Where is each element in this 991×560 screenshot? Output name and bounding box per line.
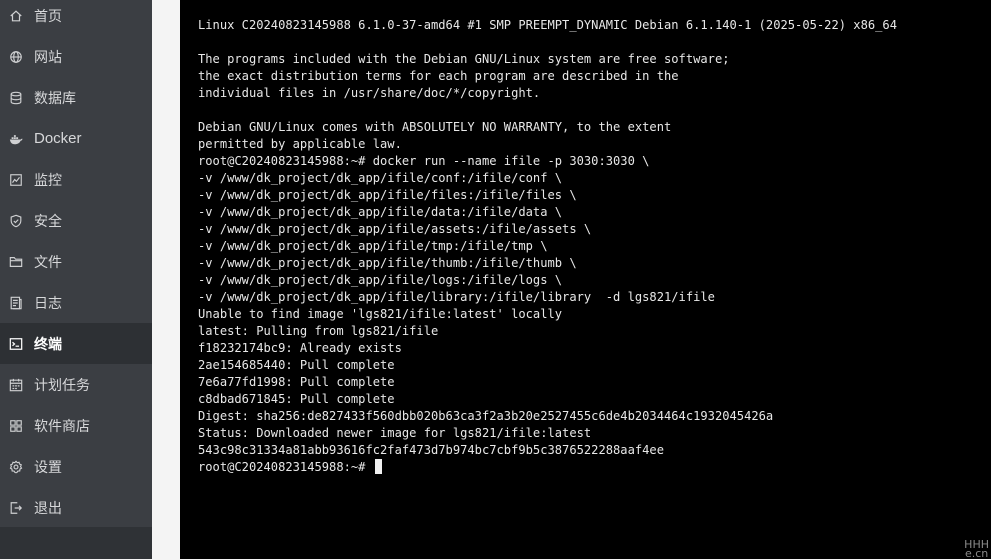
calendar-icon	[9, 378, 23, 392]
terminal-prompt-line[interactable]: root@C20240823145988:~#	[198, 459, 382, 476]
sidebar-item-label: 网站	[34, 47, 62, 67]
terminal-line: -v /www/dk_project/dk_app/ifile/logs:/if…	[198, 272, 562, 289]
terminal-line: latest: Pulling from lgs821/ifile	[198, 323, 438, 340]
sidebar: 首页 网站 数据库 Docker 监控	[0, 0, 152, 559]
docker-icon	[9, 132, 23, 146]
sidebar-item-website[interactable]: 网站	[0, 36, 152, 77]
sidebar-item-security[interactable]: 安全	[0, 200, 152, 241]
sidebar-menu: 首页 网站 数据库 Docker 监控	[0, 0, 152, 527]
terminal-line: 2ae154685440: Pull complete	[198, 357, 395, 374]
terminal-line: -v /www/dk_project/dk_app/ifile/thumb:/i…	[198, 255, 577, 272]
sidebar-item-label: 监控	[34, 170, 62, 190]
sidebar-item-label: 文件	[34, 252, 62, 272]
terminal-line: -v /www/dk_project/dk_app/ifile/files:/i…	[198, 187, 577, 204]
terminal-line: -v /www/dk_project/dk_app/ifile/data:/if…	[198, 204, 562, 221]
sidebar-item-label: 安全	[34, 211, 62, 231]
gear-icon	[9, 460, 23, 474]
globe-icon	[9, 50, 23, 64]
sidebar-item-database[interactable]: 数据库	[0, 77, 152, 118]
terminal-prompt: root@C20240823145988:~#	[198, 460, 373, 474]
terminal-line: f18232174bc9: Already exists	[198, 340, 402, 357]
terminal-line: 543c98c31334a81abb93616fc2faf473d7b974bc…	[198, 442, 664, 459]
shield-icon	[9, 214, 23, 228]
terminal-line: individual files in /usr/share/doc/*/cop…	[198, 85, 540, 102]
terminal-line: root@C20240823145988:~# docker run --nam…	[198, 153, 649, 170]
sidebar-item-label: Docker	[34, 130, 82, 147]
terminal-window[interactable]: Linux C20240823145988 6.1.0-37-amd64 #1 …	[180, 0, 991, 559]
terminal-line: 7e6a77fd1998: Pull complete	[198, 374, 395, 391]
sidebar-item-logout[interactable]: 退出	[0, 487, 152, 528]
terminal-line: -v /www/dk_project/dk_app/ifile/library:…	[198, 289, 715, 306]
terminal-line: the exact distribution terms for each pr…	[198, 68, 679, 85]
terminal-line: -v /www/dk_project/dk_app/ifile/assets:/…	[198, 221, 591, 238]
terminal-line: Unable to find image 'lgs821/ifile:lates…	[198, 306, 562, 323]
monitor-icon	[9, 173, 23, 187]
terminal-line: -v /www/dk_project/dk_app/ifile/conf:/if…	[198, 170, 562, 187]
sidebar-item-label: 数据库	[34, 88, 76, 108]
terminal-line: Linux C20240823145988 6.1.0-37-amd64 #1 …	[198, 17, 897, 34]
sidebar-item-app-store[interactable]: 软件商店	[0, 405, 152, 446]
sidebar-item-label: 软件商店	[34, 416, 90, 436]
sidebar-item-label: 终端	[34, 334, 62, 354]
sidebar-item-scheduled-tasks[interactable]: 计划任务	[0, 364, 152, 405]
terminal-line: Debian GNU/Linux comes with ABSOLUTELY N…	[198, 119, 671, 136]
sidebar-item-label: 首页	[34, 6, 62, 26]
terminal-line: Digest: sha256:de827433f560dbb020b63ca3f…	[198, 408, 773, 425]
home-icon	[9, 9, 23, 23]
sidebar-item-docker[interactable]: Docker	[0, 118, 152, 159]
terminal-line: permitted by applicable law.	[198, 136, 402, 153]
sidebar-item-files[interactable]: 文件	[0, 241, 152, 282]
terminal-line: The programs included with the Debian GN…	[198, 51, 730, 68]
sidebar-item-label: 计划任务	[34, 375, 90, 395]
sidebar-footer	[0, 527, 152, 559]
watermark: HHH e.cn	[964, 540, 989, 558]
sidebar-item-label: 退出	[34, 498, 62, 518]
sidebar-item-settings[interactable]: 设置	[0, 446, 152, 487]
folder-icon	[9, 255, 23, 269]
content-gutter	[152, 0, 180, 559]
terminal-line: c8dbad671845: Pull complete	[198, 391, 395, 408]
terminal-cursor	[375, 459, 382, 474]
log-icon	[9, 296, 23, 310]
sidebar-item-monitor[interactable]: 监控	[0, 159, 152, 200]
terminal-line: Status: Downloaded newer image for lgs82…	[198, 425, 591, 442]
sidebar-item-logs[interactable]: 日志	[0, 282, 152, 323]
database-icon	[9, 91, 23, 105]
terminal-line: -v /www/dk_project/dk_app/ifile/tmp:/ifi…	[198, 238, 548, 255]
sidebar-item-home[interactable]: 首页	[0, 0, 152, 36]
sidebar-item-label: 设置	[34, 457, 62, 477]
logout-icon	[9, 501, 23, 515]
sidebar-item-terminal[interactable]: 终端	[0, 323, 152, 364]
watermark-line: e.cn	[964, 549, 989, 558]
sidebar-item-label: 日志	[34, 293, 62, 313]
terminal-icon	[9, 337, 23, 351]
apps-grid-icon	[9, 419, 23, 433]
